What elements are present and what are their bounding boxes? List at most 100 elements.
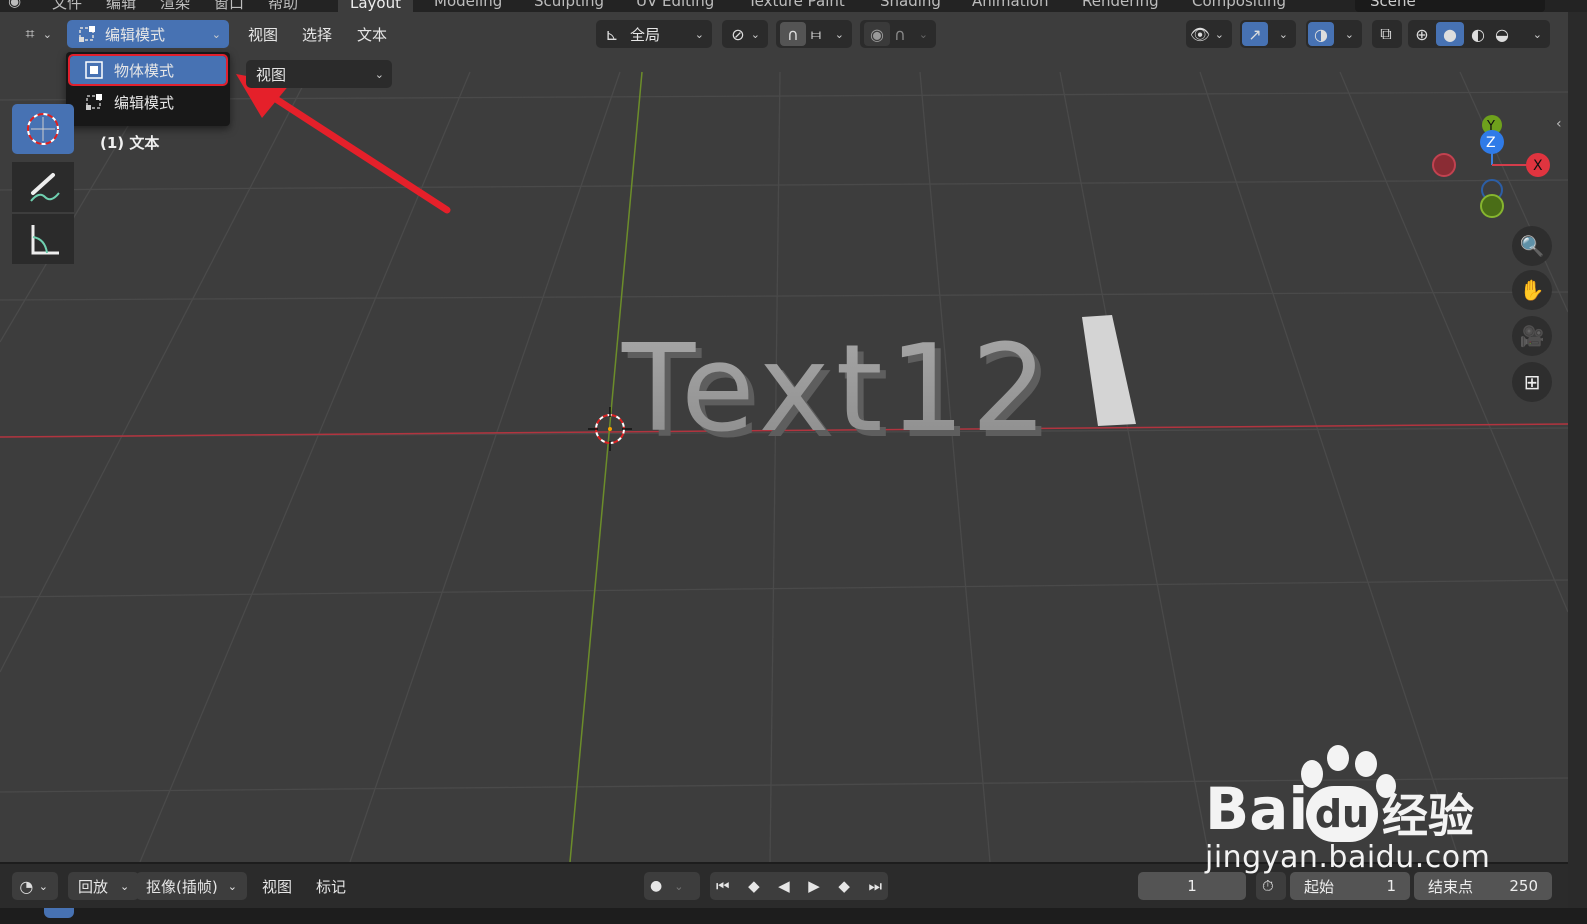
orientation-icon: ⊾ (605, 24, 619, 44)
object-mode-label: 物体模式 (114, 61, 175, 80)
tab-modeling[interactable]: Modeling (434, 0, 502, 10)
current-frame-field[interactable]: 1 (1138, 872, 1246, 900)
transform-orientation-select[interactable]: ⊾ 全局 ⌄ (596, 20, 712, 48)
eye-icon: 👁 (1189, 24, 1211, 44)
preview-range-toggle[interactable]: ⏱ (1256, 872, 1286, 900)
perspective-toggle-button[interactable]: ⊞ (1512, 362, 1552, 402)
view-select[interactable]: 视图 ⌄ (246, 60, 392, 88)
mode-dropdown-menu: 物体模式 编辑模式 (66, 52, 230, 126)
prev-keyframe-icon[interactable]: ◆ (748, 877, 760, 895)
playback-label: 回放 (78, 877, 109, 896)
tab-sculpting[interactable]: Sculpting (534, 0, 604, 10)
menu-select[interactable]: 选择 (302, 20, 332, 48)
play-icon[interactable]: ▶ (808, 877, 820, 895)
keying-label: 抠像(插帧) (146, 877, 218, 896)
3d-viewport[interactable]: Y Z X Text12 Text12 ⌗⌄ 编辑模式 ⌄ 视图 选择 文本 (0, 12, 1568, 862)
keying-menu[interactable]: 抠像(插帧) ⌄ (136, 872, 247, 900)
end-label: 结束点 (1428, 877, 1474, 896)
menu-window[interactable]: 窗口 (214, 0, 244, 12)
editor-type-button[interactable]: ⌗ ⌄ (14, 20, 60, 48)
pan-button[interactable]: ✋ (1512, 270, 1552, 310)
camera-icon: 🎥 (1519, 324, 1545, 348)
watermark-brand-suffix: 经验 (1382, 789, 1474, 843)
scene-name: Scene (1370, 0, 1416, 10)
material-shading-icon[interactable]: ◐ (1468, 24, 1488, 44)
annotate-tool-button[interactable] (12, 162, 74, 212)
tab-texture-paint[interactable]: Texture Paint (748, 0, 845, 10)
dropdown-item-edit-mode[interactable]: 编辑模式 (70, 88, 226, 116)
wireframe-shading-icon[interactable]: ⊕ (1412, 24, 1432, 44)
stopwatch-icon: ⏱ (1262, 877, 1274, 895)
pivot-point-button[interactable]: ⊘ ⌄ (722, 20, 768, 48)
menu-view[interactable]: 视图 (248, 20, 278, 48)
visibility-button[interactable]: 👁 ⌄ (1186, 20, 1232, 48)
viewport-header: ⌗ ⌄ 编辑模式 ⌄ 视图 选择 文本 ⊾ 全局 ⌄ ⊘ ⌄ ∩ ⧦ ⌄ ◉ ∩ ⌄ (0, 12, 1568, 56)
active-object-label: (1) 文本 (100, 134, 160, 152)
zoom-icon: 🔍 (1519, 234, 1545, 258)
rendered-shading-icon[interactable]: ◒ (1492, 24, 1512, 44)
timeline-marker-menu[interactable]: 标记 (316, 872, 346, 900)
cursor-tool-button[interactable] (12, 104, 74, 154)
zoom-button[interactable]: 🔍 (1512, 226, 1552, 266)
end-frame-field[interactable]: 结束点 250 (1414, 872, 1552, 900)
snap-magnet-icon: ∩ (780, 22, 806, 46)
camera-view-button[interactable]: 🎥 (1512, 316, 1552, 356)
xray-icon: ⧉ (1380, 24, 1392, 43)
right-edge-strip (1568, 12, 1587, 908)
clock-icon: ◔ (19, 876, 34, 896)
overlays-icon: ◑ (1308, 22, 1334, 46)
sidebar-toggle-icon[interactable]: ‹ (1556, 116, 1562, 132)
watermark-url: jingyan.baidu.com (1205, 840, 1491, 875)
start-label: 起始 (1304, 877, 1335, 896)
menu-file[interactable]: 文件 (52, 0, 82, 12)
measure-ruler-icon (31, 225, 59, 255)
play-reverse-icon[interactable]: ◀ (778, 877, 790, 895)
interaction-mode-button[interactable]: 编辑模式 ⌄ (67, 20, 229, 48)
record-icon: ● (650, 878, 663, 894)
tab-animation[interactable]: Animation (972, 0, 1048, 10)
gizmo-toggle-button[interactable]: ↗ ⌄ (1240, 20, 1296, 48)
edit-mode-item-icon (84, 92, 104, 112)
xray-button[interactable]: ⧉ (1372, 20, 1402, 48)
proportional-edit-button[interactable]: ◉ ∩ ⌄ (860, 20, 936, 48)
jump-start-icon[interactable]: ⏮ (716, 877, 730, 895)
menu-text[interactable]: 文本 (357, 20, 387, 48)
snap-increment-icon: ⧦ (811, 24, 821, 43)
tab-shading[interactable]: Shading (880, 0, 941, 10)
pivot-icon: ⊘ (731, 24, 745, 44)
watermark-du-badge: du (1306, 786, 1378, 842)
edit-mode-icon (77, 24, 97, 44)
next-keyframe-icon[interactable]: ◆ (838, 877, 850, 895)
timeline-editor-type-button[interactable]: ◔ ⌄ (12, 872, 58, 900)
timeline-view-menu[interactable]: 视图 (262, 872, 292, 900)
solid-shading-icon[interactable]: ● (1436, 22, 1464, 46)
auto-keying-button[interactable]: ● ⌄ (644, 872, 700, 900)
cursor-tool-icon (27, 113, 59, 145)
falloff-icon: ∩ (894, 24, 906, 44)
tab-uv-editing[interactable]: UV Editing (636, 0, 714, 10)
orientation-label: 全局 (630, 25, 661, 44)
start-frame-field[interactable]: 起始 1 (1290, 872, 1410, 900)
tab-rendering[interactable]: Rendering (1082, 0, 1159, 10)
tab-layout[interactable]: Layout (338, 0, 413, 12)
menu-render[interactable]: 渲染 (160, 0, 190, 12)
snap-button[interactable]: ∩ ⧦ ⌄ (776, 20, 852, 48)
text-object[interactable]: Text12 Text12 (0, 12, 1568, 862)
jump-end-icon[interactable]: ⏭ (868, 877, 882, 895)
blender-logo-icon[interactable]: ◉ (8, 0, 21, 10)
end-value: 250 (1509, 877, 1538, 895)
object-mode-icon (84, 60, 104, 80)
menu-edit[interactable]: 编辑 (106, 0, 136, 12)
gizmo-icon: ↗ (1242, 22, 1268, 46)
annotate-pen-icon (30, 173, 60, 202)
measure-tool-button[interactable] (12, 214, 74, 264)
hand-icon: ✋ (1519, 278, 1545, 302)
overlays-button[interactable]: ◑ ⌄ (1306, 20, 1362, 48)
dropdown-item-object-mode[interactable]: 物体模式 (68, 54, 228, 86)
tab-compositing[interactable]: Compositing (1192, 0, 1286, 10)
text-object-face: Text12 (621, 320, 1053, 459)
watermark-brand: Bai (1205, 775, 1309, 843)
menu-help[interactable]: 帮助 (268, 0, 298, 12)
text-cursor-block (1082, 315, 1136, 426)
playback-menu[interactable]: 回放 ⌄ (68, 872, 140, 900)
